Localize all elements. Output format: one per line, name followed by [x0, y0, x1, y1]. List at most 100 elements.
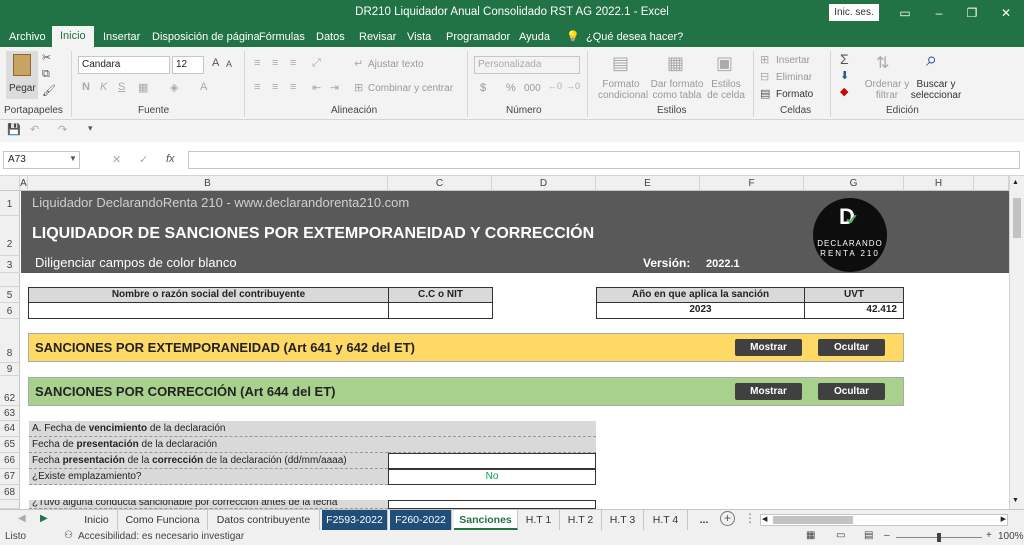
- scroll-down-icon[interactable]: ▼: [1012, 497, 1019, 504]
- vertical-scrollbar[interactable]: ▲ ▼: [1009, 176, 1024, 509]
- more-sheets-button[interactable]: ...: [690, 510, 718, 530]
- shrink-font-icon[interactable]: A: [226, 59, 232, 69]
- font-name-select[interactable]: Candara: [78, 56, 170, 74]
- name-box-dropdown-icon[interactable]: ▼: [69, 154, 77, 163]
- tab-revisar[interactable]: Revisar: [359, 29, 396, 47]
- column-header-c[interactable]: C: [388, 176, 492, 191]
- page-layout-icon[interactable]: ▭: [836, 530, 845, 541]
- scroll-up-icon[interactable]: ▲: [1012, 179, 1019, 186]
- zoom-slider-thumb[interactable]: [937, 533, 941, 542]
- column-header-a[interactable]: A: [20, 176, 28, 191]
- font-size-select[interactable]: 12: [172, 56, 204, 74]
- sheet-tab-ht2[interactable]: H.T 2: [560, 510, 602, 530]
- new-sheet-icon[interactable]: +: [720, 511, 735, 526]
- font-color-icon[interactable]: A: [200, 81, 207, 93]
- show-correction-button[interactable]: Mostrar: [735, 383, 802, 400]
- fill-color-icon[interactable]: ◈: [170, 81, 178, 94]
- number-format-select[interactable]: Personalizada: [474, 56, 580, 74]
- taxpayer-name-input[interactable]: [28, 302, 389, 319]
- column-header-g[interactable]: G: [804, 176, 904, 191]
- sign-in-button[interactable]: Inic. ses.: [829, 4, 879, 21]
- zoom-in-icon[interactable]: +: [986, 530, 992, 541]
- insert-function-button[interactable]: fx: [166, 153, 175, 165]
- sheet-tab-f260[interactable]: F260-2022: [390, 510, 452, 530]
- sheet-tab-ht3[interactable]: H.T 3: [602, 510, 644, 530]
- thousands-button[interactable]: 000: [524, 83, 541, 94]
- scroll-left-icon[interactable]: ◀: [762, 515, 767, 525]
- close-icon[interactable]: ✕: [996, 4, 1016, 22]
- select-all-corner[interactable]: [0, 176, 20, 191]
- row-header-68[interactable]: 68: [0, 485, 20, 500]
- insert-cells-icon[interactable]: ⊞: [760, 53, 769, 66]
- format-cells-icon[interactable]: ▤: [760, 87, 770, 100]
- tab-vista[interactable]: Vista: [407, 29, 431, 47]
- sort-filter-icon[interactable]: ⇅: [876, 53, 889, 73]
- grow-font-icon[interactable]: A: [212, 57, 219, 69]
- currency-button[interactable]: $: [480, 82, 486, 94]
- column-header-e[interactable]: E: [596, 176, 700, 191]
- normal-view-icon[interactable]: ▦: [806, 530, 815, 541]
- underline-button[interactable]: S: [118, 81, 125, 93]
- column-header-d[interactable]: D: [492, 176, 596, 191]
- sort-filter-button[interactable]: Ordenar y filtrar: [864, 79, 910, 101]
- conditional-format-icon[interactable]: ▤: [612, 53, 629, 74]
- sheet-tab-como-funciona[interactable]: Como Funciona: [118, 510, 208, 530]
- correction-date-input[interactable]: [388, 453, 596, 469]
- emplazamiento-select[interactable]: No: [388, 469, 596, 485]
- ribbon-display-icon[interactable]: ▭: [895, 4, 915, 22]
- enter-icon[interactable]: ✓: [139, 153, 148, 166]
- cell-styles-button[interactable]: Estilos de celda: [706, 79, 746, 101]
- cancel-icon[interactable]: ✕: [112, 153, 121, 166]
- sheet-tab-sanciones[interactable]: Sanciones: [454, 510, 518, 530]
- hide-correction-button[interactable]: Ocultar: [818, 383, 885, 400]
- row-header-6[interactable]: 6: [0, 303, 20, 319]
- cut-icon[interactable]: ✂: [42, 51, 51, 64]
- accessibility-status[interactable]: Accesibilidad: es necesario investigar: [78, 531, 244, 542]
- horizontal-scrollbar[interactable]: ◀ ▶: [760, 514, 1008, 526]
- merge-icon[interactable]: ⊞: [354, 81, 363, 94]
- delete-cells-icon[interactable]: ⊟: [760, 70, 769, 83]
- percent-button[interactable]: %: [506, 82, 516, 94]
- minimize-icon[interactable]: –: [929, 4, 949, 22]
- align-middle-icon[interactable]: ≡: [272, 57, 278, 69]
- merge-center-button[interactable]: Combinar y centrar: [368, 83, 453, 94]
- find-icon[interactable]: ⌕: [926, 49, 937, 72]
- sheet-tab-inicio[interactable]: Inicio: [76, 510, 118, 530]
- zoom-level[interactable]: 100%: [998, 531, 1024, 542]
- align-left-icon[interactable]: ≡: [254, 81, 260, 93]
- align-center-icon[interactable]: ≡: [272, 81, 278, 93]
- zoom-out-icon[interactable]: –: [884, 530, 890, 541]
- row-header-64[interactable]: 64: [0, 421, 20, 437]
- save-icon[interactable]: 💾: [7, 123, 21, 136]
- restore-icon[interactable]: ❐: [962, 4, 982, 22]
- row-header-63[interactable]: 63: [0, 406, 20, 421]
- cell-styles-icon[interactable]: ▣: [716, 53, 733, 74]
- formula-input[interactable]: [188, 151, 1020, 169]
- tab-insertar[interactable]: Insertar: [103, 29, 140, 47]
- sheet-tab-ht4[interactable]: H.T 4: [644, 510, 688, 530]
- row-header-1[interactable]: 1: [0, 191, 20, 216]
- row-header-8[interactable]: 8: [0, 319, 20, 363]
- orientation-icon[interactable]: ⤢: [312, 57, 321, 70]
- tab-archivo[interactable]: Archivo: [9, 29, 46, 47]
- align-bottom-icon[interactable]: ≡: [290, 57, 296, 69]
- decrease-indent-icon[interactable]: ⇤: [312, 81, 321, 94]
- format-painter-icon[interactable]: 🖌: [42, 84, 56, 97]
- tab-programador[interactable]: Programador: [446, 29, 510, 47]
- taxpayer-id-input[interactable]: [388, 302, 493, 319]
- row-header-62[interactable]: 62: [0, 376, 20, 406]
- borders-icon[interactable]: ▦: [138, 81, 148, 94]
- horizontal-scroll-thumb[interactable]: [773, 516, 853, 524]
- row-header-67[interactable]: 67: [0, 469, 20, 485]
- redo-icon[interactable]: ↷: [58, 123, 67, 136]
- conditional-format-button[interactable]: Formato condicional: [598, 79, 648, 101]
- row-69-value-partial[interactable]: [388, 500, 596, 509]
- undo-icon[interactable]: ↶: [30, 123, 39, 136]
- sheet-tab-datos-contribuyente[interactable]: Datos contribuyente: [208, 510, 320, 530]
- delete-cells-button[interactable]: Eliminar: [776, 72, 812, 83]
- wrap-text-button[interactable]: Ajustar texto: [368, 59, 424, 70]
- fill-icon[interactable]: ⬇: [840, 69, 849, 82]
- tab-split-icon[interactable]: ⋮: [744, 511, 756, 525]
- scroll-right-icon[interactable]: ▶: [1001, 515, 1006, 525]
- format-table-icon[interactable]: ▦: [667, 53, 684, 74]
